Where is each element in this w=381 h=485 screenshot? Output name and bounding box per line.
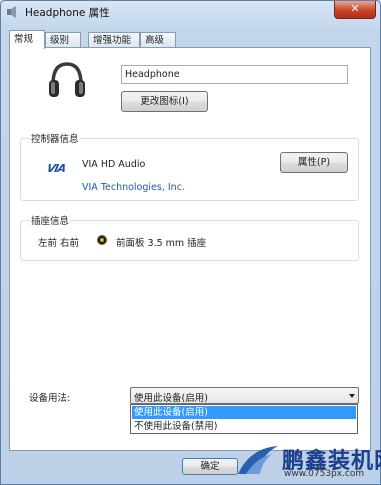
jack-position: 左前 右前 [38,238,80,249]
device-name-input[interactable]: Headphone [121,65,348,84]
ok-button[interactable]: 确定 [182,458,238,475]
device-usage-options: 使用此设备(启用) 不使用此设备(禁用) [130,404,358,434]
usage-option-disable[interactable]: 不使用此设备(禁用) [132,420,356,433]
speaker-icon [6,5,20,19]
controller-name: VIA HD Audio [82,159,146,170]
device-usage-label: 设备用法: [29,393,71,404]
controller-vendor-link[interactable]: VIA Technologies, Inc. [82,182,185,193]
controller-properties-button[interactable]: 属性(P) [280,152,348,173]
close-button[interactable]: ✕ [334,1,376,19]
change-icon-button[interactable]: 更改图标(I) [121,91,208,112]
via-logo: VIA [45,162,67,175]
tab-levels[interactable]: 级别 [45,32,81,47]
tab-enhancements[interactable]: 增强功能 [88,32,140,47]
jack-description: 前面板 3.5 mm 插座 [116,238,207,249]
tab-advanced[interactable]: 高级 [140,32,176,47]
tab-general[interactable]: 常规 [9,30,45,49]
general-tab-panel: Headphone 更改图标(I) 控制器信息 VIA VIA HD Audio… [9,47,371,451]
jack-info-label: 插座信息 [30,213,71,227]
title-bar[interactable]: Headphone 属性 ✕ [1,1,380,23]
watermark-url: www.0753px.com [284,469,365,479]
usage-option-enable[interactable]: 使用此设备(启用) [132,406,356,419]
device-usage-selected: 使用此设备(启用) [134,393,208,404]
jack-color-icon [97,235,107,245]
site-watermark: 鹏鑫装机网 www.0753px.com [234,441,381,485]
chevron-down-icon [349,394,355,398]
controller-info-label: 控制器信息 [30,131,80,145]
device-usage-select[interactable]: 使用此设备(启用) [130,387,359,404]
watermark-logo-icon [236,444,280,478]
properties-dialog: Headphone 属性 ✕ 常规 级别 增强功能 高级 Headphone 更… [0,0,381,485]
window-title: Headphone 属性 [25,7,110,19]
headphone-icon [47,60,87,102]
